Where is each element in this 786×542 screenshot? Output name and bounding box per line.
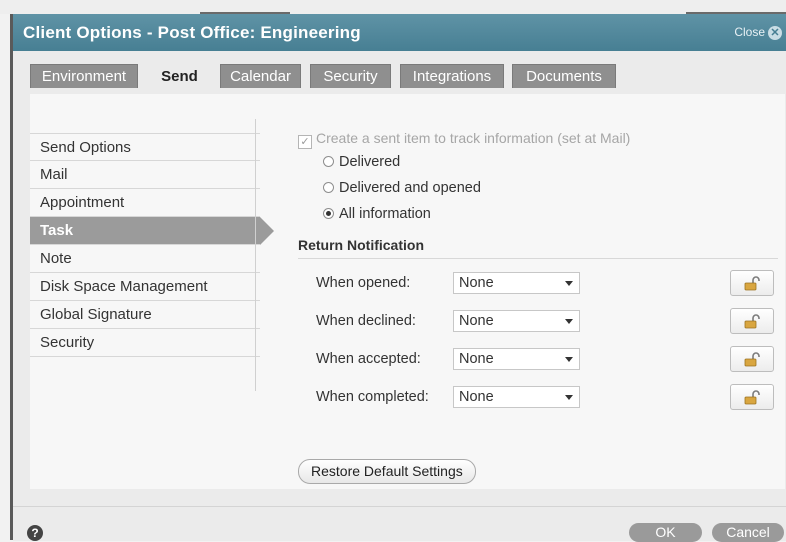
- tab-send[interactable]: Send: [147, 62, 212, 90]
- radio-delivered[interactable]: Delivered: [323, 154, 400, 170]
- sidebar-item-send-options[interactable]: Send Options: [30, 133, 260, 161]
- tab-security[interactable]: Security: [310, 64, 391, 88]
- lock-button[interactable]: [730, 270, 774, 296]
- when-declined-select[interactable]: None: [453, 310, 580, 332]
- sidebar-item-note[interactable]: Note: [30, 245, 260, 273]
- sidebar-item-global-signature[interactable]: Global Signature: [30, 301, 260, 329]
- sidebar-item-task[interactable]: Task: [30, 217, 274, 245]
- restore-default-settings-button[interactable]: Restore Default Settings: [298, 459, 476, 484]
- field-label: When opened:: [316, 275, 411, 291]
- radio-label: All information: [339, 206, 431, 222]
- unlock-icon: [744, 390, 760, 405]
- background-window-strip: [0, 0, 786, 15]
- tab-environment[interactable]: Environment: [30, 64, 138, 88]
- sidebar-item-disk-space-management[interactable]: Disk Space Management: [30, 273, 260, 301]
- return-notification-heading: Return Notification: [298, 237, 424, 253]
- client-options-dialog: Client Options - Post Office: Engineerin…: [10, 14, 786, 542]
- sidebar-item-mail[interactable]: Mail: [30, 161, 260, 189]
- radio-label: Delivered: [339, 154, 401, 170]
- lock-button[interactable]: [730, 308, 774, 334]
- tab-documents[interactable]: Documents: [512, 64, 616, 88]
- send-category-list: Send Options Mail Appointment Task Note …: [30, 133, 274, 357]
- field-label: When declined:: [316, 313, 416, 329]
- row-when-accepted: When accepted: None: [316, 346, 786, 372]
- unlock-icon: [744, 276, 760, 291]
- when-opened-select[interactable]: None: [453, 272, 580, 294]
- radio-button[interactable]: [323, 182, 334, 193]
- close-icon: ✕: [768, 26, 782, 40]
- select-value: None: [459, 389, 494, 405]
- tab-calendar[interactable]: Calendar: [220, 64, 301, 88]
- chevron-down-icon: [565, 319, 573, 324]
- help-icon[interactable]: ?: [27, 525, 43, 541]
- when-completed-select[interactable]: None: [453, 386, 580, 408]
- nav-divider: [255, 119, 256, 391]
- sidebar-item-appointment[interactable]: Appointment: [30, 189, 260, 217]
- select-value: None: [459, 275, 494, 291]
- unlock-icon: [744, 314, 760, 329]
- chevron-down-icon: [565, 281, 573, 286]
- radio-all-information[interactable]: All information: [323, 206, 431, 222]
- dialog-footer: ? OK Cancel: [13, 506, 786, 542]
- sent-item-checkbox-label: Create a sent item to track information …: [316, 130, 631, 146]
- select-value: None: [459, 351, 494, 367]
- radio-delivered-and-opened[interactable]: Delivered and opened: [323, 180, 481, 196]
- lock-button[interactable]: [730, 384, 774, 410]
- field-label: When completed:: [316, 389, 429, 405]
- close-label: Close: [734, 25, 765, 39]
- radio-label: Delivered and opened: [339, 180, 481, 196]
- section-divider: [298, 258, 778, 259]
- cancel-button[interactable]: Cancel: [712, 523, 784, 542]
- chevron-down-icon: [565, 357, 573, 362]
- dialog-titlebar: Client Options - Post Office: Engineerin…: [13, 14, 786, 51]
- row-when-declined: When declined: None: [316, 308, 786, 334]
- sidebar-item-security[interactable]: Security: [30, 329, 260, 357]
- send-tab-panel: Send Options Mail Appointment Task Note …: [30, 94, 785, 489]
- chevron-down-icon: [565, 395, 573, 400]
- field-label: When accepted:: [316, 351, 421, 367]
- radio-button[interactable]: [323, 156, 334, 167]
- ok-button[interactable]: OK: [629, 523, 702, 542]
- radio-button[interactable]: [323, 208, 334, 219]
- row-when-completed: When completed: None: [316, 384, 786, 410]
- sent-item-checkbox[interactable]: ✓: [298, 135, 312, 149]
- sent-item-checkbox-row[interactable]: ✓ Create a sent item to track information…: [298, 130, 630, 149]
- row-when-opened: When opened: None: [316, 270, 786, 296]
- select-value: None: [459, 313, 494, 329]
- when-accepted-select[interactable]: None: [453, 348, 580, 370]
- dialog-title: Client Options - Post Office: Engineerin…: [23, 23, 361, 42]
- lock-button[interactable]: [730, 346, 774, 372]
- close-button[interactable]: Close ✕: [734, 25, 782, 40]
- unlock-icon: [744, 352, 760, 367]
- tab-integrations[interactable]: Integrations: [400, 64, 504, 88]
